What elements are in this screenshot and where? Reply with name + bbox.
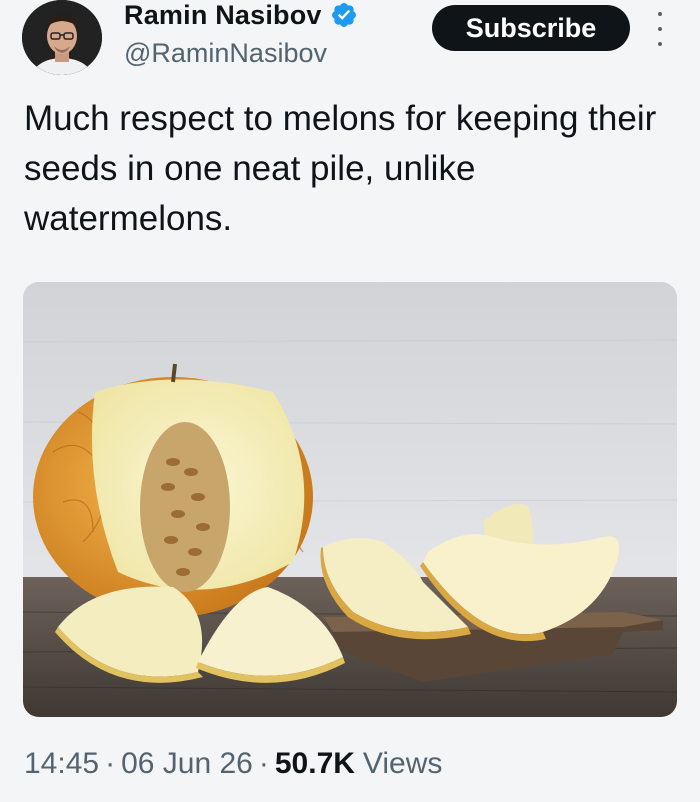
verified-badge-icon[interactable] bbox=[330, 1, 358, 29]
meta-separator: · bbox=[258, 747, 269, 780]
avatar[interactable] bbox=[22, 0, 102, 75]
tweet-text: Much respect to melons for keeping their… bbox=[24, 99, 657, 238]
dot-icon bbox=[658, 42, 662, 46]
meta-separator: · bbox=[105, 747, 116, 780]
author-display-name[interactable]: Ramin Nasibov bbox=[124, 0, 322, 31]
author-handle[interactable]: @RaminNasibov bbox=[124, 38, 327, 69]
tweet-date[interactable]: 06 Jun 26 bbox=[121, 747, 253, 781]
dot-icon bbox=[658, 27, 662, 31]
tweet-meta: 14:45 · 06 Jun 26 · 50.7K Views bbox=[24, 742, 442, 786]
views-count[interactable]: 50.7K bbox=[275, 747, 355, 781]
more-vertical-icon[interactable] bbox=[650, 12, 670, 46]
subscribe-button[interactable]: Subscribe bbox=[432, 5, 630, 51]
dot-icon bbox=[658, 12, 662, 16]
tweet-image[interactable] bbox=[23, 282, 677, 717]
author-name-row: Ramin Nasibov bbox=[124, 0, 358, 32]
views-label[interactable]: Views bbox=[363, 747, 442, 781]
melon-photo bbox=[23, 282, 677, 717]
avatar-portrait bbox=[22, 0, 102, 75]
tweet-time[interactable]: 14:45 bbox=[24, 747, 99, 781]
